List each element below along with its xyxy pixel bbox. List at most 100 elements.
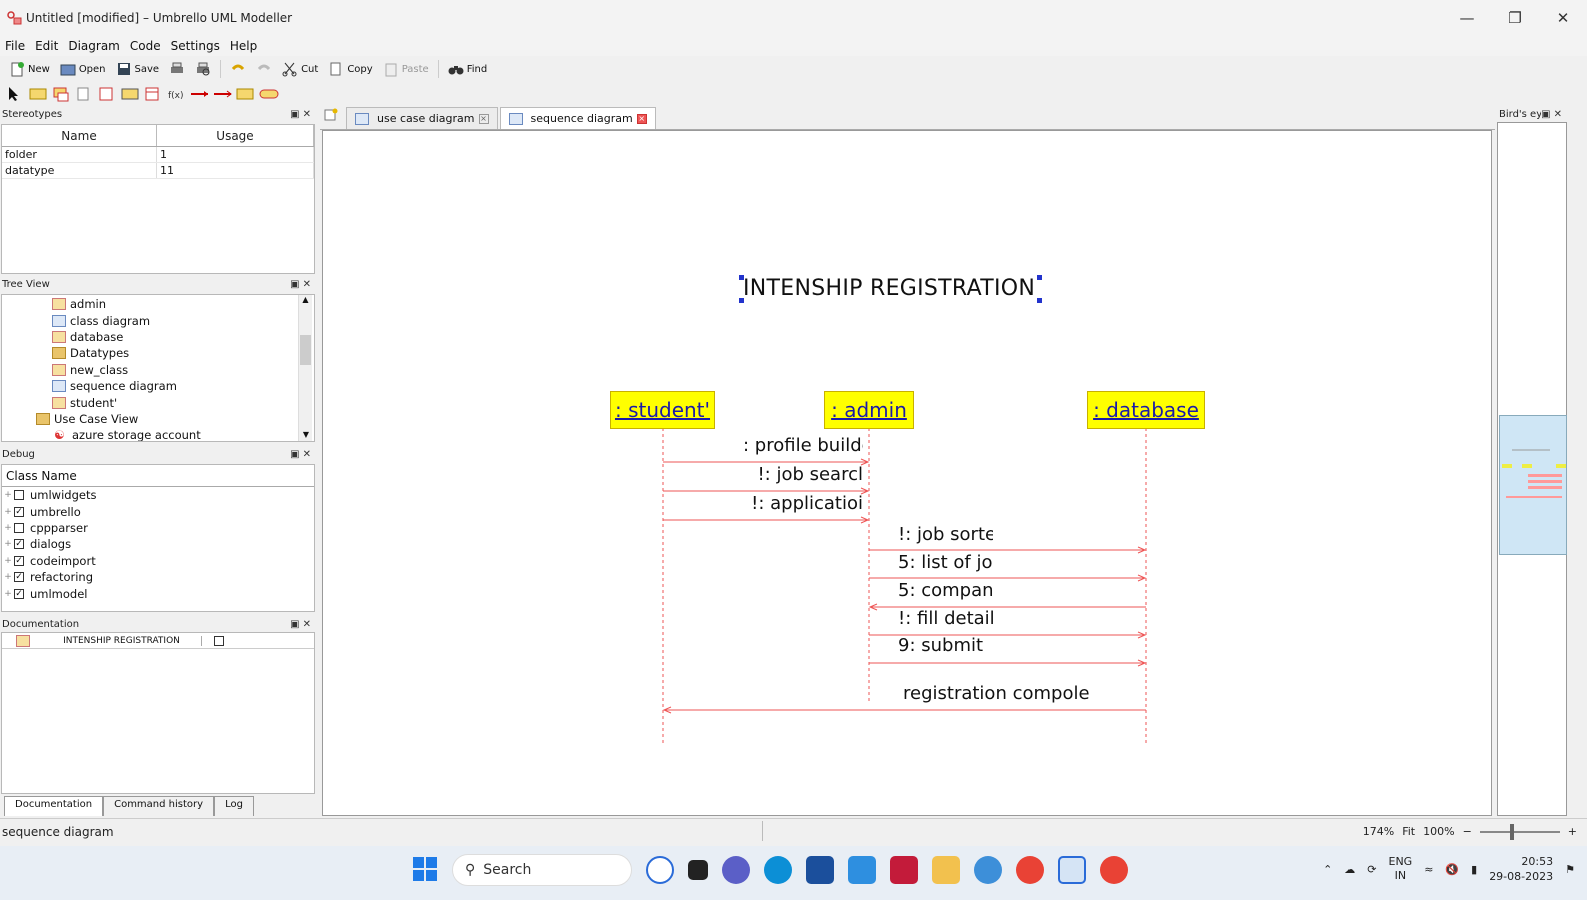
sequence-message-icon[interactable]	[29, 86, 47, 102]
restore-button[interactable]: ❐	[1491, 0, 1539, 36]
menu-settings[interactable]: Settings	[166, 39, 225, 53]
expand-icon[interactable]: +	[2, 490, 14, 500]
debug-item[interactable]: + ✓ refactoring	[2, 569, 314, 585]
umbrello-taskbar-icon[interactable]	[1058, 856, 1086, 884]
message-label[interactable]: 9: submit	[898, 635, 993, 656]
text-line-icon[interactable]	[121, 86, 139, 102]
end-of-life-icon[interactable]	[259, 86, 279, 102]
chat-icon[interactable]	[722, 856, 750, 884]
expand-icon[interactable]: +	[2, 523, 14, 533]
debug-item[interactable]: + ✓ dialogs	[2, 536, 314, 552]
object-student[interactable]: : student'	[610, 391, 715, 429]
open-button[interactable]: Open	[57, 58, 109, 80]
expand-icon[interactable]: +	[2, 507, 14, 517]
notification-bell-icon[interactable]: ⚑	[1565, 863, 1575, 876]
chevron-up-icon[interactable]: ⌃	[1323, 863, 1332, 876]
zoom-100-button[interactable]: 100%	[1423, 825, 1454, 838]
zoom-slider[interactable]	[1479, 823, 1560, 840]
zoom-in-icon[interactable]: +	[1568, 825, 1577, 838]
tree-item-datatypes[interactable]: Datatypes	[52, 345, 314, 361]
tab-sequence-diagram[interactable]: sequence diagram ×	[499, 107, 656, 129]
start-menu-icon[interactable]	[412, 856, 438, 885]
dock-float-close-icons[interactable]: ▣✕	[290, 449, 314, 460]
bing-icon[interactable]	[646, 856, 674, 884]
mysql-workbench-icon[interactable]	[848, 856, 876, 884]
selection-handle[interactable]	[1037, 275, 1042, 280]
tree-item-new-class[interactable]: new_class	[52, 362, 314, 378]
chrome-icon[interactable]	[1016, 856, 1044, 884]
close-tab-icon[interactable]: ×	[636, 113, 647, 124]
precondition-icon[interactable]	[236, 86, 254, 102]
debug-item[interactable]: + ✓ umbrello	[2, 503, 314, 519]
synchronous-message-icon[interactable]	[190, 86, 208, 102]
birds-eye-viewport[interactable]	[1499, 415, 1567, 555]
cut-button[interactable]: Cut	[279, 58, 321, 80]
documentation-checkbox[interactable]	[214, 635, 224, 646]
debug-item[interactable]: + umlwidgets	[2, 487, 314, 503]
scroll-up-icon[interactable]: ▲	[299, 295, 312, 304]
new-tab-icon[interactable]	[324, 108, 338, 125]
expand-icon[interactable]: +	[2, 556, 14, 566]
undo-button[interactable]	[227, 58, 249, 80]
onedrive-icon[interactable]: ☁	[1344, 863, 1355, 876]
zoom-fit-button[interactable]: Fit	[1402, 825, 1415, 838]
diagram-canvas[interactable]: INTENSHIP REGISTRATION : student' : admi…	[322, 130, 1492, 816]
clock[interactable]: 20:53 29-08-2023	[1489, 854, 1553, 884]
debug-item[interactable]: + cppparser	[2, 520, 314, 536]
tree-item-class-diagram[interactable]: class diagram	[52, 312, 314, 328]
tab-use-case-diagram[interactable]: use case diagram ×	[346, 107, 498, 129]
tree-item-azure-storage[interactable]: ☯ azure storage account	[54, 427, 314, 441]
close-window-button[interactable]: ✕	[1539, 0, 1587, 36]
menu-diagram[interactable]: Diagram	[63, 39, 125, 53]
paste-button[interactable]: Paste	[380, 58, 432, 80]
chrome-profile-icon[interactable]	[1100, 856, 1128, 884]
tab-command-history[interactable]: Command history	[103, 796, 215, 816]
tree-item-admin[interactable]: admin	[52, 296, 314, 312]
dock-float-close-icons[interactable]: ▣✕	[290, 109, 314, 120]
copy-button[interactable]: Copy	[325, 58, 375, 80]
new-button[interactable]: New	[6, 58, 53, 80]
table-row[interactable]: folder 1	[2, 147, 314, 163]
select-arrow-icon[interactable]	[6, 86, 24, 102]
checkbox[interactable]: ✓	[14, 572, 24, 583]
find-button[interactable]: Find	[445, 58, 491, 80]
tree-item-database[interactable]: database	[52, 329, 314, 345]
table-row[interactable]: datatype 11	[2, 163, 314, 179]
debug-item[interactable]: + ✓ codeimport	[2, 553, 314, 569]
column-name[interactable]: Name	[2, 125, 157, 146]
sync-icon[interactable]: ⟳	[1367, 863, 1376, 876]
mcafee-icon[interactable]	[890, 856, 918, 884]
checkbox[interactable]: ✓	[14, 588, 24, 599]
menu-file[interactable]: File	[0, 39, 30, 53]
menu-help[interactable]: Help	[225, 39, 262, 53]
expand-icon[interactable]: +	[2, 572, 14, 582]
function-icon[interactable]: f(x)	[167, 86, 185, 102]
print-preview-button[interactable]	[192, 58, 214, 80]
wifi-icon[interactable]: ≈	[1424, 863, 1433, 876]
selection-handle[interactable]	[739, 298, 744, 303]
taskbar-search[interactable]: ⚲ Search	[452, 854, 632, 886]
tab-documentation[interactable]: Documentation	[4, 796, 104, 816]
redo-button[interactable]	[253, 58, 275, 80]
documentation-text-area[interactable]	[2, 649, 314, 789]
checkbox[interactable]: ✓	[14, 539, 24, 550]
message-label[interactable]: registration compole	[903, 683, 1103, 704]
close-tab-icon[interactable]: ×	[478, 113, 489, 124]
dock-float-close-icons[interactable]: ▣✕	[290, 619, 314, 630]
message-label[interactable]: 5: list of job:	[898, 552, 993, 573]
checkbox[interactable]	[14, 522, 24, 533]
selection-handle[interactable]	[739, 275, 744, 280]
checkbox[interactable]: ✓	[14, 555, 24, 566]
store-icon[interactable]	[806, 856, 834, 884]
tree-item-sequence-diagram[interactable]: sequence diagram	[52, 378, 314, 394]
async-message-icon[interactable]	[213, 86, 232, 102]
diagram-title[interactable]: INTENSHIP REGISTRATION	[743, 276, 1035, 301]
message-label[interactable]: !: fill detail	[898, 608, 993, 629]
checkbox[interactable]	[14, 490, 24, 501]
tree-item-use-case-view[interactable]: Use Case View	[36, 411, 314, 427]
dock-float-close-icons[interactable]: ▣✕	[290, 279, 314, 290]
print-button[interactable]	[166, 58, 188, 80]
minimize-button[interactable]: —	[1443, 0, 1491, 36]
scroll-down-icon[interactable]: ▼	[299, 430, 313, 439]
zoom-out-icon[interactable]: −	[1463, 825, 1472, 838]
